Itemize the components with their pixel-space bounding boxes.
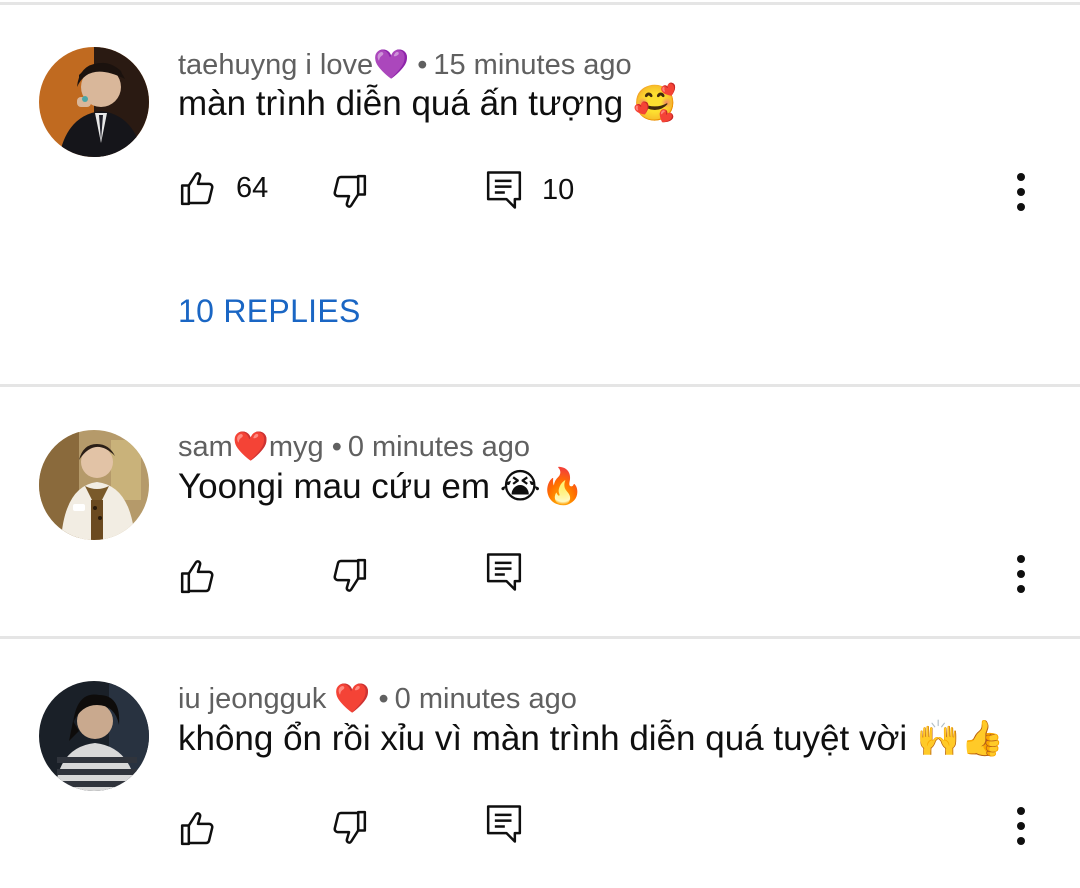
- avatar[interactable]: [39, 681, 149, 791]
- more-options-button[interactable]: [1006, 551, 1036, 597]
- like-button[interactable]: 64: [178, 168, 268, 208]
- comment-icon: [486, 805, 522, 843]
- reply-count: 10: [542, 174, 575, 206]
- three-dots-vertical-icon: [1017, 555, 1025, 593]
- view-replies-link[interactable]: 10 REPLIES: [178, 292, 361, 330]
- comment-timestamp: 0 minutes ago: [394, 683, 577, 715]
- thumbs-up-icon: [180, 172, 214, 206]
- thumbs-up-icon: [180, 560, 214, 594]
- more-options-button[interactable]: [1006, 803, 1036, 849]
- comment-author[interactable]: iu jeongguk ❤️: [178, 683, 371, 715]
- avatar[interactable]: [39, 430, 149, 540]
- comment-divider: [0, 384, 1080, 387]
- comment-author[interactable]: sam❤️myg: [178, 431, 324, 463]
- comment-timestamp: 15 minutes ago: [433, 49, 632, 81]
- comment-text: màn trình diễn quá ấn tượng 🥰: [178, 84, 677, 123]
- dislike-button[interactable]: [329, 808, 369, 848]
- top-divider: [0, 2, 1080, 5]
- comment-meta: taehuyng i love💜 • 15 minutes ago: [178, 48, 632, 82]
- thumbs-down-icon: [333, 174, 367, 208]
- reply-button[interactable]: 10: [484, 168, 574, 212]
- comment-author[interactable]: taehuyng i love💜: [178, 49, 409, 81]
- comment-meta: iu jeongguk ❤️ • 0 minutes ago: [178, 682, 577, 716]
- thumbs-down-icon: [333, 810, 367, 844]
- dislike-button[interactable]: [329, 556, 369, 596]
- three-dots-vertical-icon: [1017, 807, 1025, 845]
- reply-button[interactable]: [484, 550, 524, 594]
- comment-meta: sam❤️myg • 0 minutes ago: [178, 430, 530, 464]
- meta-separator: •: [331, 431, 342, 463]
- meta-separator: •: [378, 683, 389, 715]
- thumbs-down-icon: [333, 558, 367, 592]
- like-count: 64: [236, 172, 269, 204]
- like-button[interactable]: [178, 808, 218, 848]
- comment-timestamp: 0 minutes ago: [347, 431, 531, 463]
- reply-button[interactable]: [484, 802, 524, 846]
- like-button[interactable]: [178, 556, 218, 596]
- comment-divider: [0, 636, 1080, 639]
- thumbs-up-icon: [180, 812, 214, 846]
- comment-text: Yoongi mau cứu em 😭🔥: [178, 467, 585, 506]
- more-options-button[interactable]: [1006, 169, 1036, 215]
- avatar[interactable]: [39, 47, 149, 157]
- dislike-button[interactable]: [329, 172, 369, 212]
- comment-icon: [486, 171, 522, 209]
- comment-text: không ổn rồi xỉu vì màn trình diễn quá t…: [178, 719, 1005, 758]
- meta-separator: •: [417, 49, 428, 81]
- comment-icon: [486, 553, 522, 591]
- three-dots-vertical-icon: [1017, 173, 1025, 211]
